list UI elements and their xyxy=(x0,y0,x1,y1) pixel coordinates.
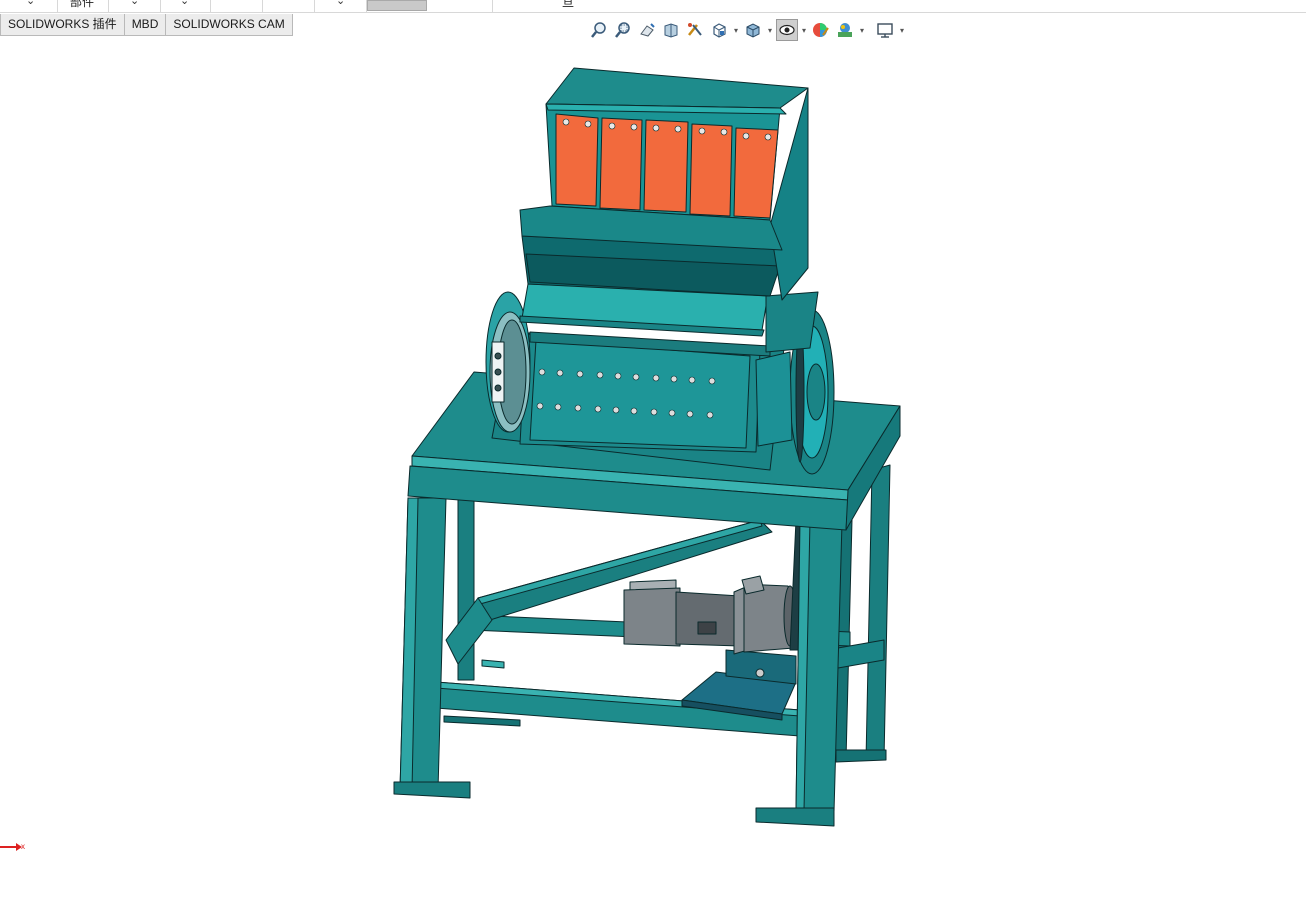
drive-motor xyxy=(623,575,797,655)
hopper-top xyxy=(545,67,809,109)
tab-mbd[interactable]: MBD xyxy=(124,14,167,36)
reference-triad: x xyxy=(0,840,30,854)
ribbon-top-strip: ⌄ 部件 ⌄ ⌄ ⌄ 亘 xyxy=(0,0,1306,13)
axis-arrow-icon xyxy=(0,843,22,851)
frame-leg-rear-right xyxy=(865,464,891,761)
chevron-down-icon[interactable]: ▾ xyxy=(732,26,740,35)
ribbon-label-partial: 亘 xyxy=(562,0,575,9)
ribbon-segment[interactable] xyxy=(428,0,493,12)
chevron-down-icon[interactable]: ▾ xyxy=(898,26,906,35)
ribbon-segment[interactable] xyxy=(262,0,315,12)
ribbon-segment[interactable]: ⌄ xyxy=(314,0,367,12)
ribbon-segment[interactable]: ⌄ xyxy=(108,0,161,12)
tab-solidworks-cam[interactable]: SOLIDWORKS CAM xyxy=(166,14,293,36)
chevron-down-icon[interactable]: ⌄ xyxy=(130,0,139,7)
ribbon-label-partial: 部件 xyxy=(70,0,95,9)
hopper-orange-panels xyxy=(555,113,779,219)
triad-x-label: x xyxy=(21,842,25,851)
ribbon-segment[interactable] xyxy=(210,0,263,12)
crusher-machine-model[interactable] xyxy=(0,38,1306,896)
chevron-down-icon[interactable]: ▾ xyxy=(858,26,866,35)
chevron-down-icon[interactable]: ▾ xyxy=(800,26,808,35)
chevron-down-icon[interactable]: ▾ xyxy=(766,26,774,35)
ribbon-selected-tab[interactable] xyxy=(367,0,427,11)
tab-solidworks-addins[interactable]: SOLIDWORKS 插件 xyxy=(0,14,125,36)
chevron-down-icon[interactable]: ⌄ xyxy=(336,0,345,7)
chevron-down-icon[interactable]: ⌄ xyxy=(26,0,35,7)
command-manager-tabs: SOLIDWORKS 插件 MBD SOLIDWORKS CAM xyxy=(0,14,293,36)
chevron-down-icon[interactable]: ⌄ xyxy=(180,0,189,7)
ribbon-segment[interactable]: ⌄ xyxy=(0,0,58,12)
graphics-area[interactable] xyxy=(0,38,1306,896)
ribbon-segment[interactable]: ⌄ xyxy=(160,0,211,12)
hopper-right-bracket xyxy=(765,291,819,353)
